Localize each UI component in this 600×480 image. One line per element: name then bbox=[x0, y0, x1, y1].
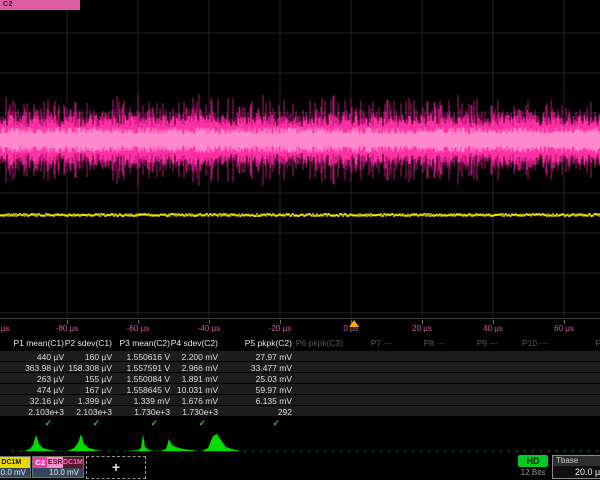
param-value: 2.103e+3 bbox=[28, 407, 64, 417]
param-value: 2.200 mV bbox=[182, 352, 218, 362]
param-header-p3[interactable]: P3 mean(C2) bbox=[119, 338, 170, 348]
param-value: 167 µV bbox=[85, 385, 112, 395]
param-status-check-icon: ✓ bbox=[272, 418, 280, 429]
c2-esr-badge: ESR bbox=[47, 457, 62, 468]
param-value: 25.03 mV bbox=[256, 374, 292, 384]
param-value: 1.891 mV bbox=[182, 374, 218, 384]
param-value: 474 µV bbox=[37, 385, 64, 395]
param-header-p6[interactable]: P6 pkpk(C3) bbox=[296, 338, 343, 348]
histicon-p4[interactable] bbox=[160, 439, 196, 451]
c2-trace-label[interactable]: C2 bbox=[0, 0, 80, 10]
param-header-p9[interactable]: P9 --- bbox=[477, 338, 498, 348]
histicon-p3[interactable] bbox=[128, 434, 155, 451]
axis-tick-label: -40 µs bbox=[179, 324, 239, 333]
param-value: 1.730e+3 bbox=[182, 407, 218, 417]
param-header-p5[interactable]: P5 pkpk(C2) bbox=[245, 338, 292, 348]
param-value: 32.16 µV bbox=[30, 396, 64, 406]
c1-descriptor-box[interactable]: C1 DC1M 10.0 mV bbox=[0, 456, 31, 478]
axis-tick-label: -60 µs bbox=[108, 324, 168, 333]
histicon-p5[interactable] bbox=[202, 434, 240, 451]
param-status-check-icon: ✓ bbox=[150, 418, 158, 429]
axis-tick-label: -100 µs bbox=[0, 324, 26, 333]
trigger-position-marker[interactable] bbox=[349, 320, 359, 327]
param-header-p8[interactable]: P8 --- bbox=[424, 338, 445, 348]
param-header-p11[interactable]: P11 bbox=[596, 338, 600, 348]
param-value: 59.97 mV bbox=[256, 385, 292, 395]
param-value: 263 µV bbox=[37, 374, 64, 384]
param-value: 1.550616 V bbox=[127, 352, 170, 362]
param-value: 440 µV bbox=[37, 352, 64, 362]
waveform-grid bbox=[0, 0, 600, 318]
histicon-p1[interactable] bbox=[24, 435, 56, 451]
axis-tick-label: -80 µs bbox=[37, 324, 97, 333]
measurement-table: P1 mean(C1) 440 µV363.98 µV263 µV474 µV32… bbox=[0, 336, 600, 430]
param-value: 10.031 mV bbox=[177, 385, 218, 395]
timebase-descriptor-box[interactable]: Tbase 20.0 µs bbox=[552, 455, 600, 479]
hd-bits-label: 12 Bits bbox=[510, 468, 556, 477]
histicon-p2[interactable] bbox=[68, 434, 100, 451]
c2-descriptor-box[interactable]: C2 ESR DC1M 10.0 mV bbox=[32, 456, 84, 478]
param-value: 160 µV bbox=[85, 352, 112, 362]
c2-coupling-badge: DC1M bbox=[63, 457, 83, 468]
param-value: 1.339 mV bbox=[134, 396, 170, 406]
axis-tick-label: 40 µs bbox=[463, 324, 523, 333]
timebase-value: 20.0 µs bbox=[553, 466, 600, 479]
param-value: 1.557591 V bbox=[127, 363, 170, 373]
param-status-check-icon: ✓ bbox=[92, 418, 100, 429]
param-value: 1.730e+3 bbox=[134, 407, 170, 417]
c2-vdiv-value: 10.0 mV bbox=[33, 468, 83, 477]
c1-waveform bbox=[0, 213, 600, 217]
axis-tick-label: 20 µs bbox=[392, 324, 452, 333]
param-value: 1.676 mV bbox=[182, 396, 218, 406]
param-header-p2[interactable]: P2 sdev(C1) bbox=[65, 338, 112, 348]
param-value: 292 bbox=[278, 407, 292, 417]
timebase-label: Tbase bbox=[553, 456, 600, 466]
param-status-check-icon: ✓ bbox=[198, 418, 206, 429]
param-header-p10[interactable]: P10 --- bbox=[522, 338, 548, 348]
axis-tick-label: -20 µs bbox=[250, 324, 310, 333]
param-value: 155 µV bbox=[85, 374, 112, 384]
hd-mode-badge[interactable]: HD bbox=[518, 455, 548, 467]
param-status-check-icon: ✓ bbox=[44, 418, 52, 429]
param-value: 2.103e+3 bbox=[76, 407, 112, 417]
param-value: 1.558645 V bbox=[127, 385, 170, 395]
parameter-histicons bbox=[0, 430, 600, 455]
add-trace-button[interactable]: + bbox=[86, 456, 146, 479]
param-header-p1[interactable]: P1 mean(C1) bbox=[13, 338, 64, 348]
c2-channel-tag: C2 bbox=[33, 457, 47, 468]
param-value: 1.550084 V bbox=[127, 374, 170, 384]
time-axis: -100 µs-80 µs-60 µs-40 µs-20 µs0 µs20 µs… bbox=[0, 318, 600, 337]
axis-tick-label: 60 µs bbox=[534, 324, 594, 333]
param-header-p7[interactable]: P7 --- bbox=[371, 338, 392, 348]
c1-vdiv-value: 10.0 mV bbox=[0, 468, 30, 477]
param-value: 6.135 mV bbox=[256, 396, 292, 406]
param-value: 158.308 µV bbox=[68, 363, 112, 373]
oscilloscope-screen: C2 -100 µs-80 µs-60 µs-40 µs-20 µs0 µs20… bbox=[0, 0, 600, 480]
param-header-p4[interactable]: P4 sdev(C2) bbox=[171, 338, 218, 348]
param-value: 27.97 mV bbox=[256, 352, 292, 362]
c1-coupling-badge: DC1M bbox=[0, 457, 30, 468]
param-value: 363.98 µV bbox=[25, 363, 64, 373]
param-value: 33.477 mV bbox=[251, 363, 292, 373]
param-value: 1.399 µV bbox=[78, 396, 112, 406]
param-value: 2.966 mV bbox=[182, 363, 218, 373]
